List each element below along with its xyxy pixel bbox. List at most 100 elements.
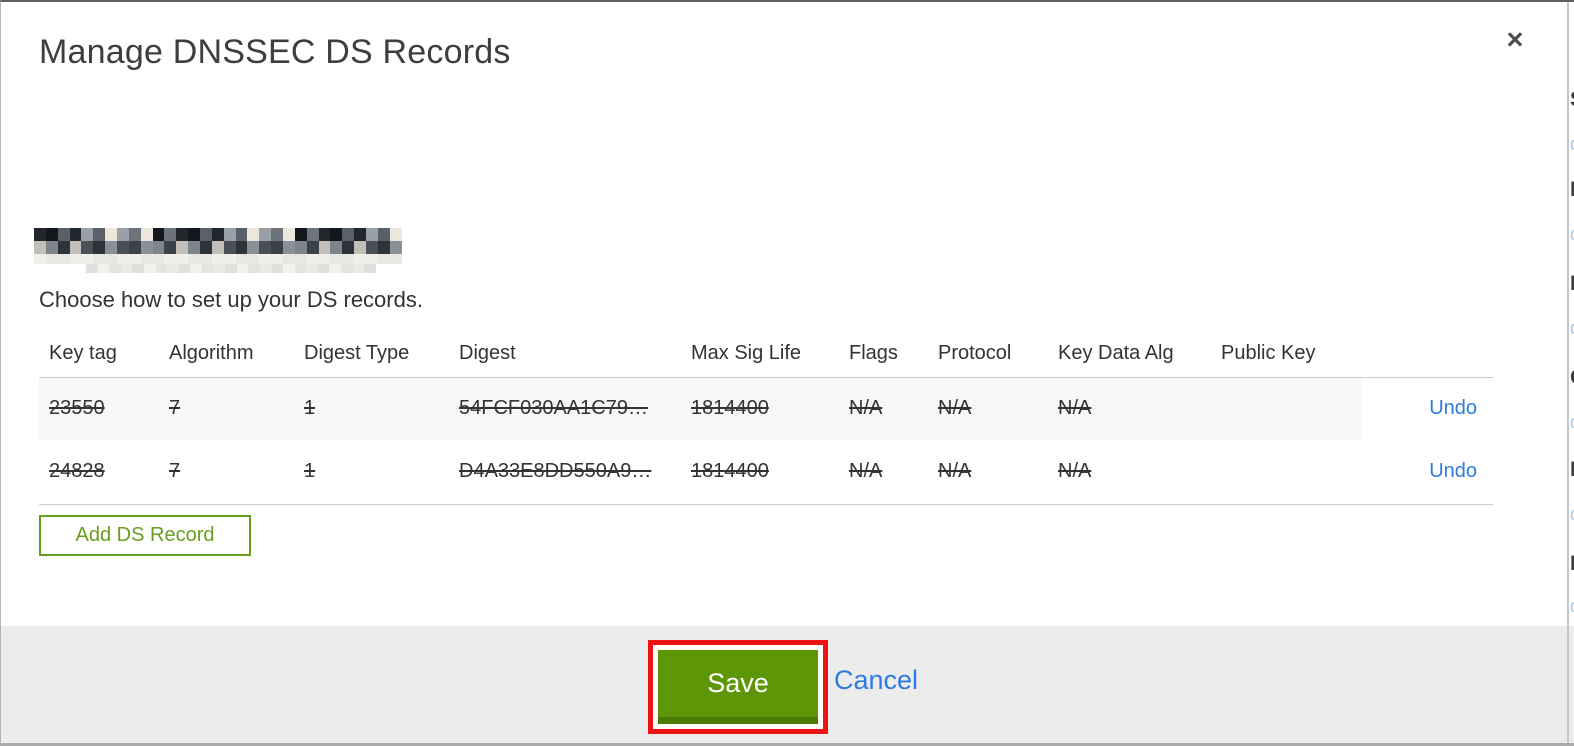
- redacted-pixel: [190, 264, 202, 273]
- redacted-pixel: [354, 254, 367, 264]
- redacted-pixel: [342, 254, 355, 264]
- ds-records-table: Key tag Algorithm Digest Type Digest Max…: [39, 330, 1493, 505]
- redacted-pixel: [318, 241, 331, 254]
- redacted-pixel: [201, 264, 214, 273]
- redacted-pixel: [377, 228, 390, 241]
- modal-footer: Save Cancel: [1, 626, 1574, 743]
- redacted-pixel: [235, 241, 248, 254]
- cell-flags: N/A: [839, 440, 928, 505]
- redacted-pixel: [117, 228, 129, 241]
- cell-max-sig-life: 1814400: [681, 440, 839, 505]
- redacted-pixel: [200, 241, 212, 254]
- redacted-pixel: [155, 264, 168, 273]
- background-link-fragment: d: [1570, 412, 1574, 433]
- redacted-pixel: [223, 254, 236, 264]
- redacted-pixel: [259, 264, 272, 273]
- redacted-pixel: [330, 241, 343, 254]
- redacted-pixel: [176, 254, 189, 264]
- redacted-pixel: [223, 228, 236, 241]
- redacted-pixel: [97, 264, 110, 273]
- redacted-pixel: [105, 254, 118, 264]
- cell-action: Undo: [1361, 377, 1493, 440]
- redacted-pixel: [389, 254, 402, 264]
- red-highlight-annotation: Save: [648, 640, 828, 734]
- redacted-pixel: [178, 264, 191, 273]
- redacted-pixel: [140, 228, 153, 241]
- cell-protocol: N/A: [928, 440, 1048, 505]
- background-link-fragment: d: [1570, 134, 1574, 155]
- redacted-pixel: [247, 241, 260, 254]
- cell-key-tag: 24828: [39, 440, 159, 505]
- redacted-pixel: [86, 264, 98, 273]
- redacted-pixel: [223, 241, 236, 254]
- redacted-pixel: [69, 228, 82, 241]
- undo-link[interactable]: Undo: [1429, 460, 1477, 482]
- cell-flags: N/A: [839, 377, 928, 440]
- cell-key-data-alg: N/A: [1048, 377, 1211, 440]
- cell-protocol: N/A: [928, 377, 1048, 440]
- undo-link[interactable]: Undo: [1429, 397, 1477, 419]
- redacted-pixel: [211, 241, 224, 254]
- redacted-pixel: [377, 254, 390, 264]
- redacted-pixel: [57, 241, 70, 254]
- redacted-pixel: [128, 254, 141, 264]
- redacted-pixel: [81, 228, 94, 241]
- redacted-pixel: [294, 264, 307, 273]
- redacted-pixel: [117, 254, 129, 264]
- redacted-pixel: [211, 228, 224, 241]
- redacted-pixel: [306, 241, 319, 254]
- redacted-pixel: [164, 241, 177, 254]
- redacted-pixel: [128, 228, 141, 241]
- redacted-pixel: [200, 254, 212, 264]
- redacted-pixel: [164, 228, 177, 241]
- redacted-pixel: [188, 228, 201, 241]
- redacted-pixel: [330, 254, 343, 264]
- add-ds-record-button[interactable]: Add DS Record: [39, 515, 251, 556]
- redacted-pixel: [188, 254, 201, 264]
- redacted-pixel: [283, 254, 295, 264]
- redacted-pixel: [152, 254, 165, 264]
- background-link-fragment: d: [1570, 318, 1574, 339]
- background-link-fragment: d: [1570, 224, 1574, 245]
- redacted-pixel: [271, 254, 284, 264]
- redacted-pixel: [140, 241, 153, 254]
- redacted-pixel: [109, 264, 121, 273]
- col-header-key-data-alg: Key Data Alg: [1048, 330, 1211, 378]
- redacted-pixel: [354, 228, 367, 241]
- redacted-pixel: [341, 264, 353, 273]
- redacted-pixel: [236, 264, 249, 273]
- redacted-pixel: [34, 254, 46, 264]
- modal-title: Manage DNSSEC DS Records: [39, 33, 511, 71]
- redacted-pixel: [271, 264, 284, 273]
- redacted-pixel: [167, 264, 179, 273]
- col-header-flags: Flags: [839, 330, 928, 378]
- redacted-pixel: [354, 241, 367, 254]
- redacted-pixel: [377, 241, 390, 254]
- redacted-pixel: [294, 228, 307, 241]
- table-header-row: Key tag Algorithm Digest Type Digest Max…: [39, 330, 1493, 378]
- redacted-pixel: [366, 254, 378, 264]
- redacted-pixel: [271, 241, 284, 254]
- redacted-pixel: [306, 228, 319, 241]
- cancel-link[interactable]: Cancel: [834, 665, 918, 696]
- cell-digest: D4A33E8DD550A9…: [449, 440, 681, 505]
- redacted-pixel: [188, 241, 201, 254]
- redacted-pixel: [248, 264, 260, 273]
- save-button[interactable]: Save: [658, 650, 818, 724]
- cell-digest-type: 1: [294, 377, 449, 440]
- redacted-domain-artifact: [86, 264, 376, 273]
- close-icon[interactable]: ×: [1497, 22, 1533, 58]
- redacted-pixel: [57, 254, 70, 264]
- ds-record-row: 23550 7 1 54FCF030AA1C79… 1814400 N/A N/A N/A Un…: [39, 377, 1493, 440]
- redacted-pixel: [200, 228, 212, 241]
- redacted-pixel: [342, 241, 355, 254]
- redacted-pixel: [45, 241, 58, 254]
- cell-max-sig-life: 1814400: [681, 377, 839, 440]
- ds-record-row: 24828 7 1 D4A33E8DD550A9… 1814400 N/A N/A N/A Un…: [39, 440, 1493, 505]
- background-page-edge-footer: [1569, 626, 1574, 743]
- cell-key-tag: 23550: [39, 377, 159, 440]
- redacted-pixel: [259, 228, 272, 241]
- redacted-pixel: [117, 241, 129, 254]
- redacted-pixel: [176, 228, 189, 241]
- redacted-pixel: [81, 254, 94, 264]
